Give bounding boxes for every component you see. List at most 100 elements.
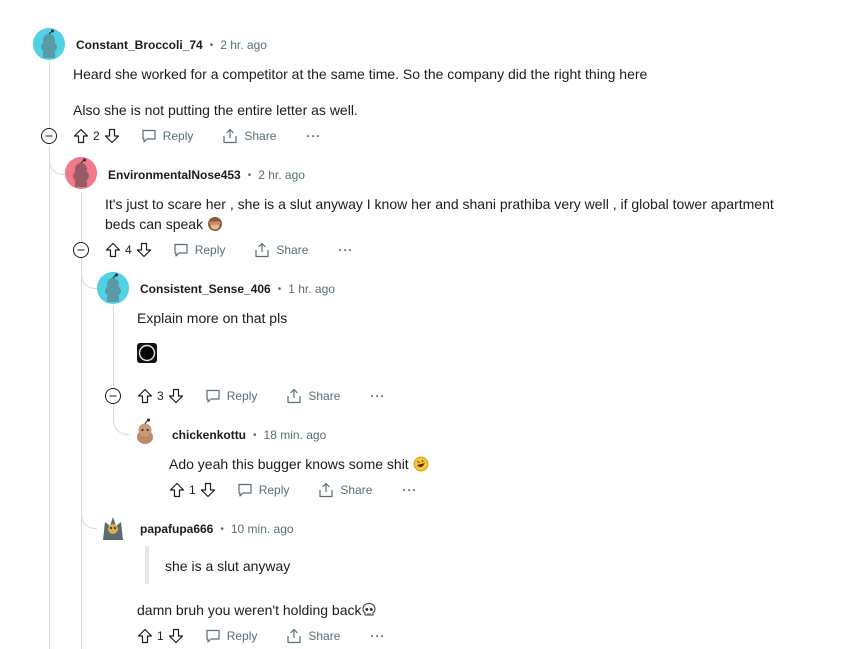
comment-meta: papafupa666 • 10 min. ago — [140, 520, 294, 538]
more-options-button[interactable]: ··· — [370, 389, 385, 403]
comment-author[interactable]: Constant_Broccoli_74 — [76, 38, 203, 52]
share-button[interactable]: Share — [254, 242, 308, 258]
comment-body-line: damn bruh you weren't holding back — [137, 600, 377, 620]
reply-button[interactable]: Reply — [205, 628, 258, 644]
upvote-button[interactable] — [137, 628, 153, 644]
reply-label: Reply — [162, 129, 194, 143]
comment-author[interactable]: papafupa666 — [140, 522, 213, 536]
avatar[interactable] — [97, 272, 129, 304]
vote-count: 3 — [157, 389, 164, 403]
separator-dot: • — [220, 523, 224, 535]
separator-dot: • — [277, 283, 282, 295]
share-icon — [287, 628, 301, 644]
more-options-button[interactable]: ··· — [402, 483, 417, 497]
comment-timestamp[interactable]: 2 hr. ago — [258, 168, 305, 182]
thread-connector — [81, 262, 97, 289]
vote-count: 1 — [157, 629, 164, 643]
downvote-arrow-icon — [136, 242, 151, 258]
share-icon — [255, 242, 269, 258]
skull-icon — [362, 602, 376, 616]
downvote-button[interactable] — [136, 242, 152, 258]
reply-button[interactable]: Reply — [141, 128, 194, 144]
vote-count: 1 — [189, 483, 196, 497]
comment-actions: 4 Reply Share ··· — [105, 238, 353, 262]
downvote-button[interactable] — [200, 482, 216, 498]
comment-timestamp[interactable]: 18 min. ago — [264, 428, 327, 442]
thread-line — [49, 145, 50, 649]
vote-count: 4 — [125, 243, 132, 257]
downvote-arrow-icon — [104, 128, 119, 144]
reply-bubble-icon — [142, 129, 156, 143]
snoo-avatar-icon — [65, 157, 97, 189]
reply-button[interactable]: Reply — [205, 388, 258, 404]
upvote-button[interactable] — [105, 242, 121, 258]
downvote-button[interactable] — [168, 628, 184, 644]
share-label: Share — [244, 129, 277, 143]
thread-connector — [81, 500, 97, 529]
vote-count: 2 — [93, 129, 100, 143]
share-button[interactable]: Share — [286, 388, 340, 404]
upvote-button[interactable] — [73, 128, 89, 144]
comment-body-line: beds can speak — [105, 214, 223, 234]
snoo-avatar-icon — [97, 272, 129, 304]
share-label: Share — [276, 243, 309, 257]
share-icon — [287, 388, 301, 404]
downvote-arrow-icon — [168, 628, 183, 644]
downvote-button[interactable] — [104, 128, 120, 144]
upvote-arrow-icon — [137, 388, 153, 404]
minus-circle-icon — [105, 388, 121, 404]
comment-body-text: beds can speak — [105, 216, 204, 232]
thread-connector — [113, 404, 129, 435]
collapse-thread-button[interactable] — [40, 127, 58, 145]
avatar[interactable] — [33, 28, 65, 60]
share-icon — [223, 128, 237, 144]
comment-body-line: Explain more on that pls — [137, 310, 288, 326]
thread-line — [81, 258, 82, 649]
downvote-button[interactable] — [168, 388, 184, 404]
separator-dot: • — [253, 429, 257, 441]
reply-label: Reply — [258, 483, 290, 497]
comment-timestamp[interactable]: 2 hr. ago — [220, 38, 267, 52]
thread-line — [49, 62, 50, 128]
comment-body-line: Also she is not putting the entire lette… — [73, 102, 358, 118]
share-label: Share — [308, 389, 341, 403]
share-button[interactable]: Share — [318, 482, 372, 498]
comment-actions: 1 Reply Share ··· — [137, 624, 385, 648]
avatar[interactable] — [97, 512, 129, 544]
avatar[interactable] — [129, 417, 161, 449]
comment-body-line: Ado yeah this bugger knows some shit — [169, 454, 429, 474]
reply-button[interactable]: Reply — [173, 242, 225, 258]
share-button[interactable]: Share — [286, 628, 340, 644]
comment-body-line: Heard she worked for a competitor at the… — [73, 66, 648, 82]
thread-line — [81, 192, 82, 242]
image-thumbnail[interactable] — [137, 343, 157, 363]
collapse-thread-button[interactable] — [104, 387, 122, 405]
minus-circle-icon — [41, 128, 57, 144]
upvote-button[interactable] — [169, 482, 185, 498]
blockquote-bar — [145, 546, 149, 584]
reply-label: Reply — [226, 629, 258, 643]
more-options-button[interactable]: ··· — [306, 129, 321, 143]
comment-author[interactable]: chickenkottu — [172, 428, 246, 442]
comment-author[interactable]: Consistent_Sense_406 — [140, 282, 271, 296]
collapse-thread-button[interactable] — [72, 241, 90, 259]
thread-connector — [49, 148, 65, 175]
comment-actions: 3 Reply Share ··· — [137, 384, 385, 408]
share-label: Share — [340, 483, 373, 497]
custom-avatar-icon — [97, 512, 129, 544]
comment-meta: Consistent_Sense_406 • 1 hr. ago — [140, 280, 335, 298]
more-options-button[interactable]: ··· — [338, 243, 353, 257]
snoo-avatar-icon — [129, 417, 161, 449]
comment-timestamp[interactable]: 10 min. ago — [231, 522, 294, 536]
comment-timestamp[interactable]: 1 hr. ago — [288, 282, 335, 296]
share-button[interactable]: Share — [222, 128, 276, 144]
comment-meta: chickenkottu • 18 min. ago — [172, 426, 326, 444]
reply-button[interactable]: Reply — [237, 482, 290, 498]
reply-label: Reply — [226, 389, 258, 403]
avatar[interactable] — [65, 157, 97, 189]
separator-dot: • — [209, 39, 214, 51]
comment-author[interactable]: EnvironmentalNose453 — [108, 168, 241, 182]
comment-meta: Constant_Broccoli_74 • 2 hr. ago — [76, 36, 267, 54]
more-options-button[interactable]: ··· — [370, 629, 385, 643]
upvote-button[interactable] — [137, 388, 153, 404]
